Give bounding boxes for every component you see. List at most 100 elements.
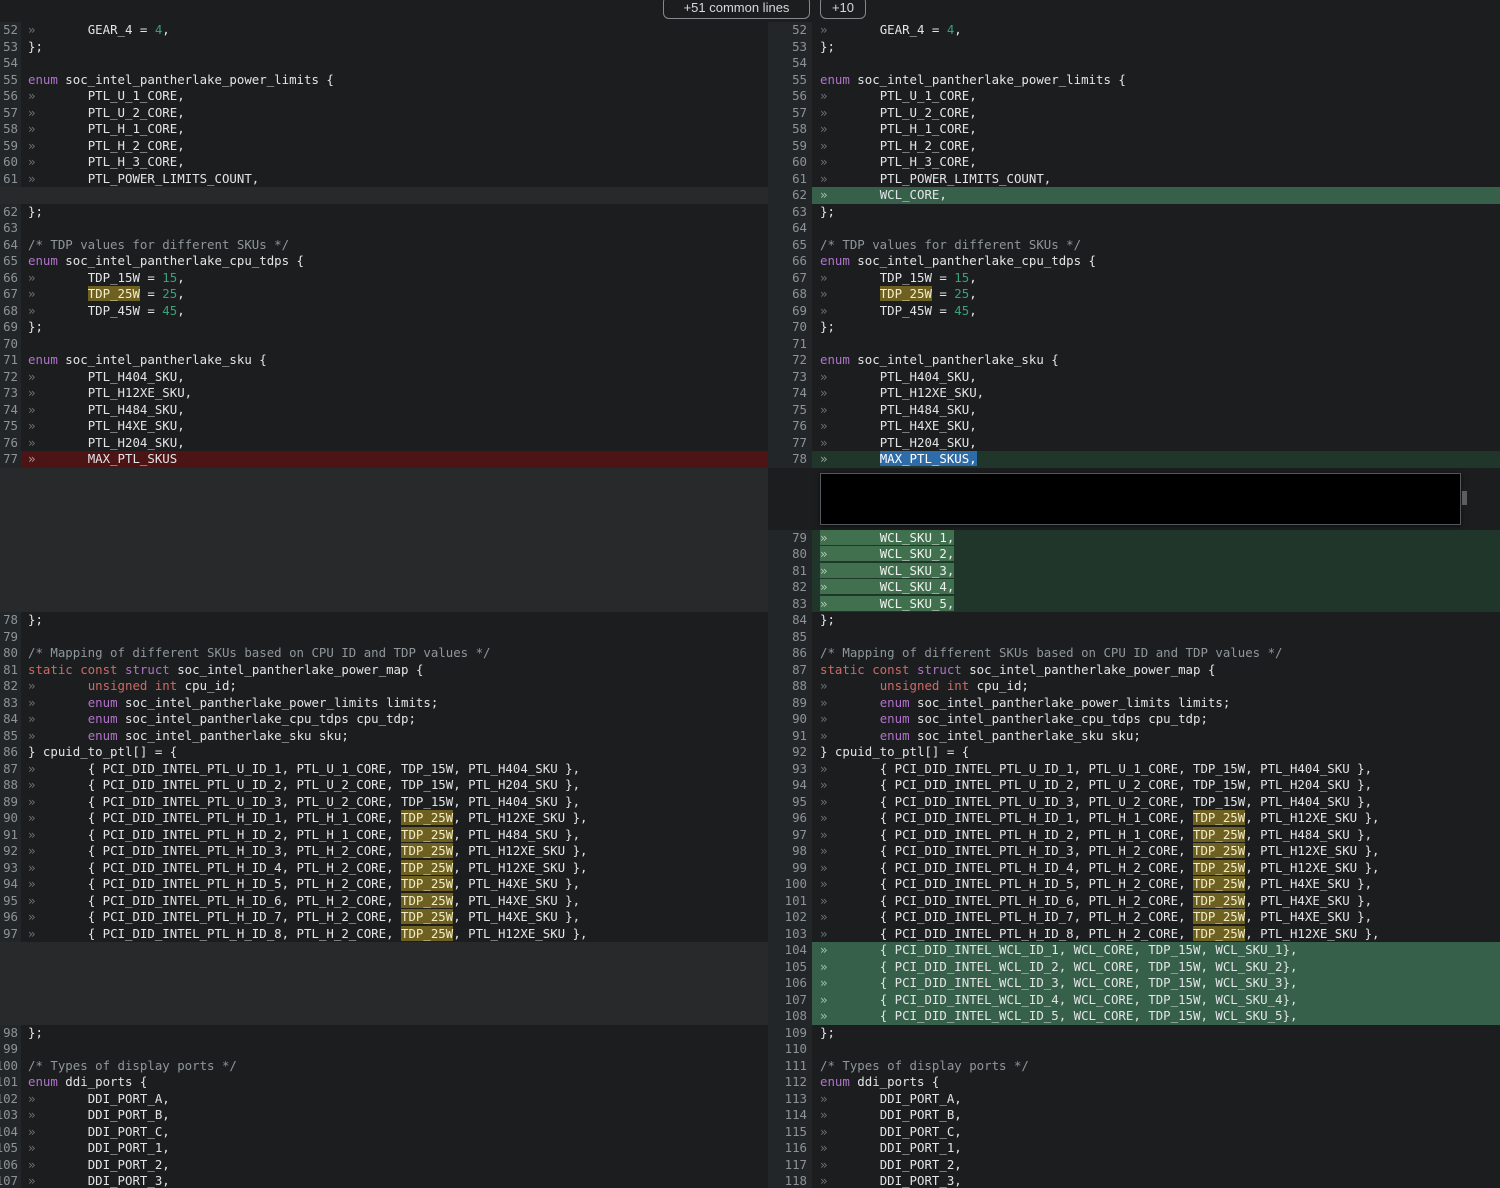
line-number[interactable]: 113 <box>768 1091 812 1108</box>
line-number[interactable]: 95 <box>768 794 812 811</box>
line-number[interactable]: 55 <box>768 72 812 89</box>
line-number[interactable]: 66 <box>0 270 21 287</box>
line-number[interactable]: 102 <box>0 1091 21 1108</box>
line-number[interactable]: 118 <box>768 1173 812 1188</box>
line-number[interactable]: 105 <box>0 1140 21 1157</box>
line-number[interactable]: 78 <box>0 612 21 629</box>
line-number[interactable]: 114 <box>768 1107 812 1124</box>
line-number[interactable]: 60 <box>768 154 812 171</box>
expand-more-button[interactable]: +10 <box>820 0 866 19</box>
line-number[interactable]: 82 <box>768 579 812 596</box>
line-number[interactable]: 65 <box>0 253 21 270</box>
line-number[interactable]: 105 <box>768 959 812 976</box>
line-number[interactable]: 89 <box>0 794 21 811</box>
line-number[interactable]: 62 <box>0 204 21 221</box>
line-number[interactable]: 87 <box>0 761 21 778</box>
line-number[interactable]: 59 <box>0 138 21 155</box>
line-number[interactable]: 55 <box>0 72 21 89</box>
line-number[interactable]: 99 <box>0 1041 21 1058</box>
line-number[interactable]: 86 <box>768 645 812 662</box>
line-number[interactable]: 81 <box>0 662 21 679</box>
line-number[interactable]: 88 <box>768 678 812 695</box>
line-number[interactable]: 82 <box>0 678 21 695</box>
line-number[interactable]: 106 <box>768 975 812 992</box>
line-number[interactable]: 107 <box>0 1173 21 1188</box>
line-number[interactable]: 58 <box>768 121 812 138</box>
line-number[interactable]: 67 <box>768 270 812 287</box>
line-number[interactable]: 108 <box>768 1008 812 1025</box>
line-number[interactable]: 57 <box>768 105 812 122</box>
line-number[interactable]: 73 <box>768 369 812 386</box>
line-number[interactable]: 110 <box>768 1041 812 1058</box>
line-number[interactable]: 78 <box>768 451 812 468</box>
line-number[interactable]: 107 <box>768 992 812 1009</box>
line-number[interactable]: 98 <box>0 1025 21 1042</box>
line-number[interactable]: 61 <box>0 171 21 188</box>
line-number[interactable]: 93 <box>0 860 21 877</box>
line-number[interactable]: 104 <box>768 942 812 959</box>
line-number[interactable]: 74 <box>0 402 21 419</box>
line-number[interactable]: 77 <box>0 451 21 468</box>
line-number[interactable]: 75 <box>768 402 812 419</box>
line-number[interactable]: 97 <box>768 827 812 844</box>
line-number[interactable]: 58 <box>0 121 21 138</box>
line-number[interactable]: 72 <box>0 369 21 386</box>
line-number[interactable]: 111 <box>768 1058 812 1075</box>
line-number[interactable]: 77 <box>768 435 812 452</box>
line-number[interactable]: 80 <box>768 546 812 563</box>
line-number[interactable]: 84 <box>0 711 21 728</box>
line-number[interactable]: 71 <box>768 336 812 353</box>
line-number[interactable]: 68 <box>0 303 21 320</box>
line-number[interactable]: 90 <box>0 810 21 827</box>
line-number[interactable]: 103 <box>0 1107 21 1124</box>
line-number[interactable]: 67 <box>0 286 21 303</box>
line-number[interactable]: 80 <box>0 645 21 662</box>
line-number[interactable]: 115 <box>768 1124 812 1141</box>
line-number[interactable]: 96 <box>0 909 21 926</box>
line-number[interactable]: 96 <box>768 810 812 827</box>
line-number[interactable]: 101 <box>0 1074 21 1091</box>
line-number[interactable]: 70 <box>768 319 812 336</box>
line-number[interactable]: 103 <box>768 926 812 943</box>
line-number[interactable]: 86 <box>0 744 21 761</box>
line-number[interactable]: 66 <box>768 253 812 270</box>
line-number[interactable]: 92 <box>0 843 21 860</box>
line-number[interactable]: 53 <box>0 39 21 56</box>
line-number[interactable]: 71 <box>0 352 21 369</box>
line-number[interactable]: 79 <box>0 629 21 646</box>
line-number[interactable]: 92 <box>768 744 812 761</box>
line-number[interactable]: 76 <box>768 418 812 435</box>
line-number[interactable]: 53 <box>768 39 812 56</box>
line-number[interactable]: 76 <box>0 435 21 452</box>
line-number[interactable]: 98 <box>768 843 812 860</box>
line-number[interactable]: 100 <box>0 1058 21 1075</box>
line-number[interactable]: 70 <box>0 336 21 353</box>
line-number[interactable]: 106 <box>0 1157 21 1174</box>
line-number[interactable]: 87 <box>768 662 812 679</box>
line-number[interactable]: 60 <box>0 154 21 171</box>
line-number[interactable]: 59 <box>768 138 812 155</box>
line-number[interactable]: 100 <box>768 876 812 893</box>
line-number[interactable]: 74 <box>768 385 812 402</box>
line-number[interactable]: 85 <box>0 728 21 745</box>
line-number[interactable]: 97 <box>0 926 21 943</box>
expand-common-lines-button[interactable]: +51 common lines <box>663 0 810 19</box>
line-number[interactable]: 62 <box>768 187 812 204</box>
line-number[interactable]: 104 <box>0 1124 21 1141</box>
line-number[interactable]: 65 <box>768 237 812 254</box>
line-number[interactable]: 91 <box>768 728 812 745</box>
line-number[interactable]: 57 <box>0 105 21 122</box>
line-number[interactable]: 68 <box>768 286 812 303</box>
line-number[interactable]: 56 <box>0 88 21 105</box>
line-number[interactable]: 99 <box>768 860 812 877</box>
line-number[interactable]: 69 <box>0 319 21 336</box>
line-number[interactable]: 116 <box>768 1140 812 1157</box>
line-number[interactable]: 56 <box>768 88 812 105</box>
line-number[interactable]: 93 <box>768 761 812 778</box>
line-number[interactable]: 72 <box>768 352 812 369</box>
line-number[interactable]: 63 <box>768 204 812 221</box>
line-number[interactable]: 101 <box>768 893 812 910</box>
line-number[interactable]: 52 <box>0 22 21 39</box>
line-number[interactable]: 81 <box>768 563 812 580</box>
line-number[interactable]: 63 <box>0 220 21 237</box>
